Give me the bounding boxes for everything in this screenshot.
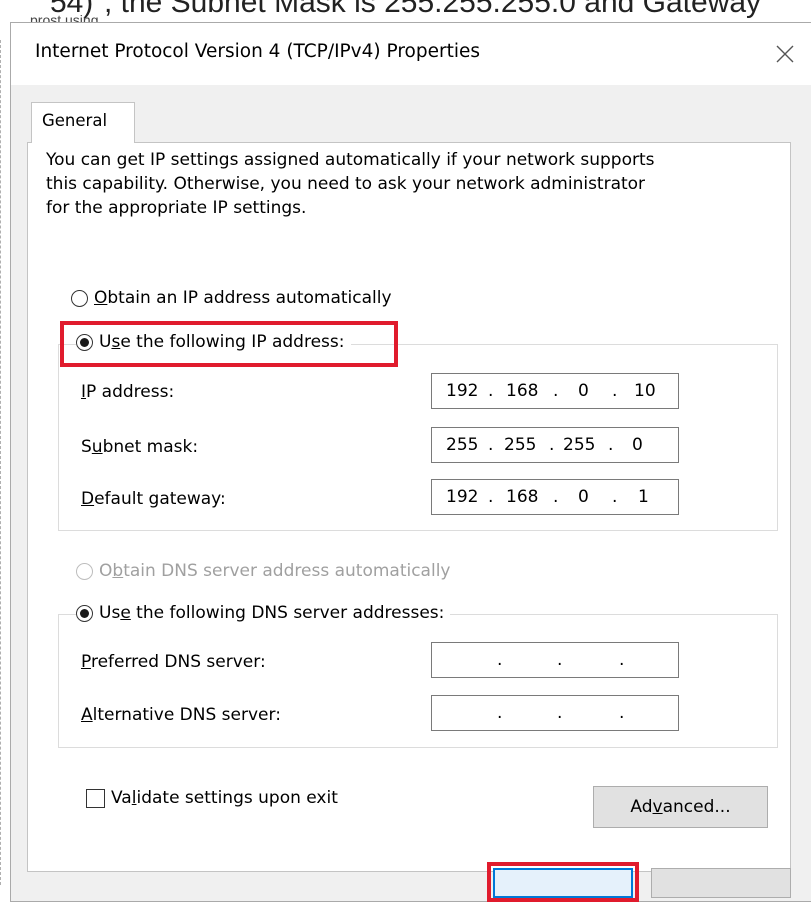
description-line-2: this capability. Otherwise, you need to … — [46, 174, 646, 194]
ip-mode-highlight — [60, 321, 398, 367]
tab-general-label: General — [42, 111, 108, 130]
radio-icon — [71, 289, 88, 307]
octet-3: 255 — [563, 435, 596, 455]
description-line-3: for the appropriate IP settings. — [46, 198, 307, 218]
obtain-ip-automatically-radio[interactable]: Obtain an IP address automatically — [71, 288, 392, 308]
background-edge — [0, 40, 5, 885]
octet-dot: . — [557, 703, 563, 723]
advanced-button[interactable]: Advanced... — [593, 786, 768, 828]
octet-dot: . — [557, 650, 563, 670]
octet-dot: . — [619, 650, 625, 670]
octet-dot: . — [488, 381, 494, 401]
octet-dot: . — [612, 487, 618, 507]
octet-4: 1 — [638, 487, 649, 507]
octet-dot: . — [497, 703, 503, 723]
subnet-mask-label: Subnet mask: — [81, 437, 199, 457]
obtain-dns-automatically-label: Obtain DNS server address automatically — [99, 561, 451, 581]
octet-2: 168 — [506, 381, 539, 401]
alternative-dns-input[interactable]: . . . — [431, 695, 679, 731]
octet-dot: . — [488, 435, 494, 455]
ip-address-input[interactable]: 192 . 168 . 0 . 10 — [431, 373, 679, 409]
tab-general[interactable]: General — [31, 102, 135, 143]
octet-4: 10 — [634, 381, 656, 401]
use-following-dns-label: Use the following DNS server addresses: — [99, 603, 445, 623]
alternative-dns-label: Alternative DNS server: — [81, 705, 281, 725]
octet-1: 192 — [446, 487, 479, 507]
obtain-dns-automatically-radio[interactable]: Obtain DNS server address automatically — [76, 561, 450, 581]
octet-dot: . — [549, 435, 555, 455]
octet-3: 0 — [578, 381, 589, 401]
octet-dot: . — [553, 487, 559, 507]
octet-3: 0 — [578, 487, 589, 507]
background-caption: 54)", the Subnet Mask is 255.255.255.0 a… — [49, 0, 762, 19]
dialog-title: Internet Protocol Version 4 (TCP/IPv4) P… — [35, 41, 480, 62]
close-icon — [776, 45, 794, 63]
octet-dot: . — [497, 650, 503, 670]
preferred-dns-input[interactable]: . . . — [431, 642, 679, 678]
cancel-button[interactable] — [651, 868, 791, 898]
default-gateway-label: Default gateway: — [81, 489, 226, 509]
advanced-button-label: Advanced... — [630, 797, 731, 817]
description-line-1: You can get IP settings assigned automat… — [46, 150, 655, 170]
use-following-dns-radio[interactable]: Use the following DNS server addresses: — [76, 603, 451, 623]
validate-settings-label: Validate settings upon exit — [111, 788, 338, 808]
close-button[interactable] — [768, 37, 802, 71]
octet-1: 192 — [446, 381, 479, 401]
preferred-dns-label: Preferred DNS server: — [81, 652, 266, 672]
octet-2: 255 — [504, 435, 537, 455]
octet-dot: . — [612, 381, 618, 401]
octet-4: 0 — [632, 435, 643, 455]
description-text: You can get IP settings assigned automat… — [46, 148, 746, 220]
octet-dot: . — [619, 703, 625, 723]
radio-disabled-icon — [76, 562, 93, 580]
title-bar: Internet Protocol Version 4 (TCP/IPv4) P… — [11, 23, 811, 85]
octet-2: 168 — [506, 487, 539, 507]
octet-dot: . — [608, 435, 614, 455]
ok-button-highlight — [487, 862, 639, 902]
radio-selected-icon — [76, 604, 93, 622]
subnet-mask-input[interactable]: 255 . 255 . 255 . 0 — [431, 427, 679, 463]
checkbox-icon — [86, 788, 105, 808]
ip-address-label: IP address: — [81, 382, 175, 402]
default-gateway-input[interactable]: 192 . 168 . 0 . 1 — [431, 479, 679, 515]
octet-dot: . — [553, 381, 559, 401]
validate-settings-checkbox[interactable]: Validate settings upon exit — [86, 788, 338, 808]
octet-dot: . — [488, 487, 494, 507]
obtain-ip-automatically-label: Obtain an IP address automatically — [94, 288, 392, 308]
octet-1: 255 — [446, 435, 479, 455]
